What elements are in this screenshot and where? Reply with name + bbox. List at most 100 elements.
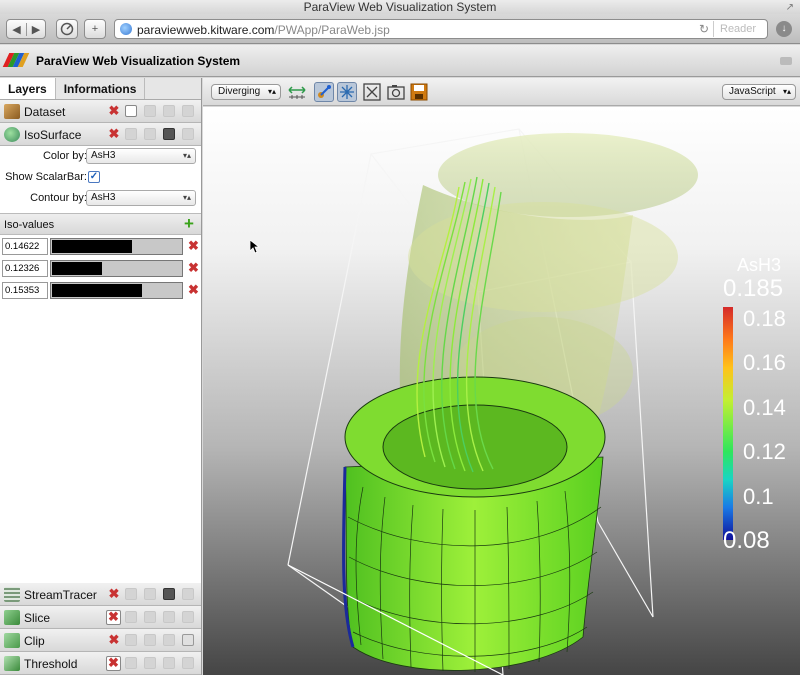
contour-by-value: AsH3	[91, 192, 116, 203]
delete-layer-icon[interactable]: ✖	[108, 127, 120, 140]
fullscreen-icon[interactable]: ↗	[786, 1, 794, 15]
rotate-interaction-icon	[318, 85, 331, 98]
streamtracer-icon	[4, 587, 20, 602]
surface-mode-icon[interactable]	[144, 611, 156, 623]
iso-value-slider[interactable]	[50, 260, 183, 277]
wireframe-mode-icon[interactable]	[163, 611, 175, 623]
downloads-icon[interactable]: ↓	[776, 21, 792, 37]
3d-scene[interactable]	[203, 107, 800, 675]
iso-value-slider-fill	[52, 240, 132, 253]
outline-mode-icon[interactable]	[125, 611, 137, 623]
wireframe-mode-icon[interactable]	[163, 128, 175, 140]
color-by-row: Color by: AsH3 ▾▴	[0, 146, 201, 167]
layer-dataset[interactable]: Dataset ✖	[0, 100, 201, 123]
surface-mode-icon[interactable]	[144, 105, 156, 117]
outline-mode-icon[interactable]	[125, 634, 137, 646]
reload-icon[interactable]: ↻	[699, 22, 709, 36]
view-toolbar: Diverging ▾▴ JavaScript ▾▴	[203, 78, 800, 106]
layer-streamtracer[interactable]: StreamTracer ✖	[0, 583, 201, 606]
delete-iso-value-icon[interactable]: ✖	[188, 239, 199, 252]
reset-camera-button[interactable]	[362, 82, 382, 102]
surface-mode-icon[interactable]	[144, 128, 156, 140]
visibility-toggle-icon[interactable]	[182, 634, 194, 646]
renderer-value: JavaScript	[729, 86, 776, 97]
mouse-cursor-icon	[250, 240, 260, 254]
visibility-toggle-icon[interactable]	[182, 128, 194, 140]
scalar-bar-tick-label: 0.12	[743, 439, 786, 465]
visibility-toggle-icon[interactable]	[182, 588, 194, 600]
back-forward-buttons: ◀ ▶	[6, 19, 46, 39]
contour-by-select[interactable]: AsH3 ▾▴	[86, 190, 196, 206]
iso-value-input[interactable]: 0.15353	[2, 282, 48, 299]
header-collapse-icon[interactable]	[780, 57, 792, 65]
cylinder-surface	[341, 376, 606, 672]
delete-layer-icon[interactable]: ✖	[106, 610, 121, 625]
outline-mode-icon[interactable]	[125, 657, 137, 669]
layer-clip[interactable]: Clip ✖	[0, 629, 201, 652]
wireframe-mode-icon[interactable]	[163, 588, 175, 600]
tab-layers[interactable]: Layers	[0, 78, 56, 99]
outline-mode-icon[interactable]	[125, 128, 137, 140]
surface-mode-icon[interactable]	[144, 588, 156, 600]
wireframe-mode-icon[interactable]	[163, 657, 175, 669]
surface-mode-icon[interactable]	[144, 634, 156, 646]
visibility-toggle-icon[interactable]	[182, 105, 194, 117]
app-header: ParaView Web Visualization System	[0, 45, 800, 77]
window-title: ParaView Web Visualization System	[303, 0, 497, 14]
delete-layer-icon[interactable]: ✖	[108, 587, 120, 600]
add-iso-value-icon[interactable]: +	[184, 215, 194, 233]
interaction-mode-button[interactable]	[314, 82, 334, 102]
contour-by-row: Contour by: AsH3 ▾▴	[0, 188, 201, 209]
save-state-button[interactable]	[409, 82, 429, 102]
delete-iso-value-icon[interactable]: ✖	[188, 283, 199, 296]
outline-mode-icon[interactable]	[125, 105, 137, 117]
color-by-select[interactable]: AsH3 ▾▴	[86, 148, 196, 164]
iso-value-slider[interactable]	[50, 282, 183, 299]
delete-iso-value-icon[interactable]: ✖	[188, 261, 199, 274]
visibility-toggle-icon[interactable]	[182, 611, 194, 623]
app-title: ParaView Web Visualization System	[36, 54, 241, 68]
renderer-select[interactable]: JavaScript ▾▴	[722, 84, 796, 100]
scalar-bar-tick-label: 0.16	[743, 350, 786, 376]
show-scalarbar-checkbox[interactable]: ✓	[88, 171, 100, 183]
back-button[interactable]: ◀	[7, 23, 26, 36]
scalar-bar-tick-label: 0.185	[723, 275, 784, 302]
iso-value-row: 0.15353 ✖	[0, 281, 201, 301]
delete-layer-icon[interactable]: ✖	[108, 633, 120, 646]
reader-button[interactable]: Reader	[713, 21, 762, 37]
browser-toolbar: ◀ ▶ + paraviewweb.kitware.com/PWApp/Para…	[0, 14, 800, 44]
rescale-range-icon	[288, 86, 306, 99]
cube-icon	[4, 104, 20, 119]
layer-isosurface[interactable]: IsoSurface ✖	[0, 123, 201, 146]
iso-value-input[interactable]: 0.12326	[2, 260, 48, 277]
address-bar[interactable]: paraviewweb.kitware.com/PWApp/ParaWeb.js…	[114, 19, 768, 39]
tab-informations[interactable]: Informations	[56, 78, 146, 99]
reset-camera-icon	[363, 83, 381, 101]
visibility-toggle-icon[interactable]	[182, 657, 194, 669]
render-view[interactable]: AsH3 0.185 0.18 0.16 0.14 0.12 0.1 0.08	[203, 107, 800, 675]
layer-name: StreamTracer	[24, 588, 97, 602]
outline-mode-icon[interactable]	[125, 588, 137, 600]
delete-layer-icon[interactable]: ✖	[108, 104, 120, 117]
snapshot-button[interactable]	[386, 82, 406, 102]
contour-by-label: Contour by:	[30, 192, 87, 204]
layer-threshold[interactable]: Threshold ✖	[0, 652, 201, 675]
center-of-rotation-button[interactable]	[337, 82, 357, 102]
top-sites-button[interactable]	[56, 19, 78, 39]
camera-icon	[387, 85, 405, 100]
new-tab-button[interactable]: +	[84, 19, 106, 39]
forward-button[interactable]: ▶	[25, 22, 45, 36]
iso-value-slider[interactable]	[50, 238, 183, 255]
rescale-range-button[interactable]	[287, 82, 307, 102]
window-title-bar: ParaView Web Visualization System ↗	[0, 0, 800, 14]
scalar-bar-tick-label: 0.1	[743, 483, 774, 509]
iso-value-input[interactable]: 0.14622	[2, 238, 48, 255]
threshold-icon	[4, 656, 20, 671]
layer-slice[interactable]: Slice ✖	[0, 606, 201, 629]
surface-mode-icon[interactable]	[144, 657, 156, 669]
delete-layer-icon[interactable]: ✖	[106, 656, 121, 671]
wireframe-mode-icon[interactable]	[163, 105, 175, 117]
wireframe-mode-icon[interactable]	[163, 634, 175, 646]
colormap-select[interactable]: Diverging ▾▴	[211, 84, 281, 100]
iso-value-slider-fill	[52, 262, 102, 275]
